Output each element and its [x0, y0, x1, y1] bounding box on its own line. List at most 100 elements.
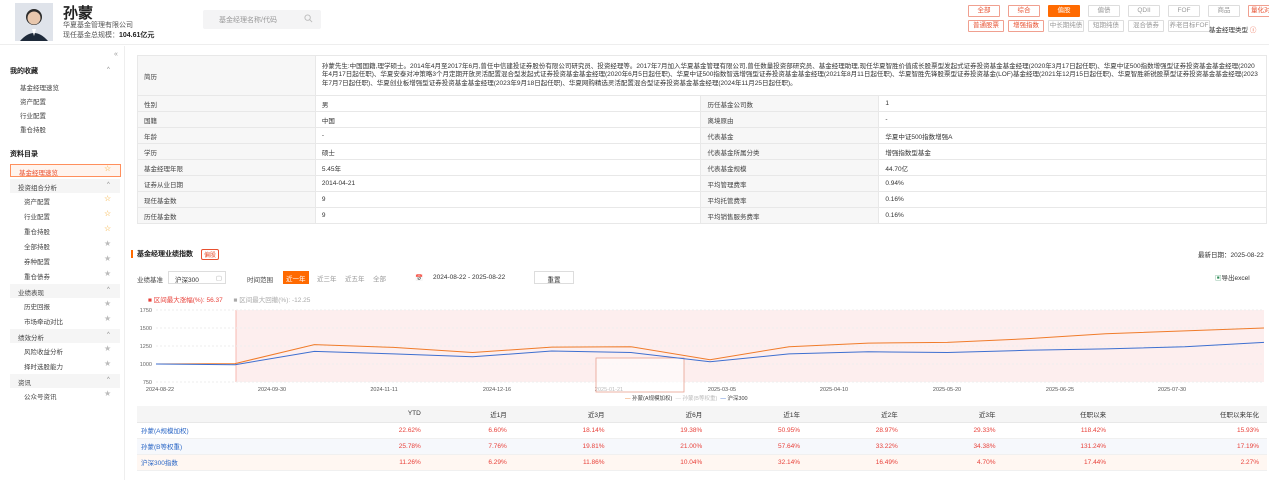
max-up: ■ 区间最大涨幅(%): 56.37: [148, 297, 223, 304]
fav-item-3[interactable]: 重仓持股: [20, 124, 46, 134]
table-cell: 15.93%: [1114, 422, 1267, 439]
type-btn-0[interactable]: 全部: [968, 5, 1000, 17]
returns-table: YTD 近1月 近3月 近6月 近1年 近2年 近3年 任职以来 任职以来年化 孙蒙(A规模加权)…: [137, 406, 1267, 471]
sidebar-collapse-icon[interactable]: «: [114, 51, 118, 58]
range-1y[interactable]: 近一年: [283, 271, 309, 284]
x-tick-label: 2024-12-16: [483, 387, 511, 393]
star-icon[interactable]: ★: [104, 389, 111, 398]
type-btn-1[interactable]: 综合: [1008, 5, 1040, 17]
table-row: 孙蒙(A规模加权) 22.62% 6.60% 18.14% 19.38% 50.95% 28…: [137, 422, 1267, 439]
info-v1-7: 9: [314, 207, 702, 224]
group-1[interactable]: 业绩表现: [10, 284, 120, 298]
group-0-item-2[interactable]: 重仓持股: [24, 226, 50, 236]
subtype-btn-0[interactable]: 普通股票: [968, 20, 1004, 32]
group-0-item-0[interactable]: 资产配置: [24, 196, 50, 206]
row-label[interactable]: 孙蒙(B等权重): [137, 438, 332, 455]
subtype-btn-3[interactable]: 短期纯债: [1088, 20, 1124, 32]
group-0-item-3[interactable]: 全部持股: [24, 241, 50, 251]
type-btn-3[interactable]: 偏债: [1088, 5, 1120, 17]
search-input[interactable]: 基金经理名称/代码: [203, 10, 321, 29]
x-tick-label: 2024-08-22: [146, 387, 174, 393]
star-icon[interactable]: ★: [104, 239, 111, 248]
group-caret-icon[interactable]: ^: [107, 182, 110, 188]
range-5y[interactable]: 近五年: [342, 271, 368, 284]
group-0-item-4[interactable]: 券种配置: [24, 256, 50, 266]
chart-legend: — 孙蒙(A规模加权) — 孙蒙(B等权重) — 沪深300: [625, 396, 748, 402]
fav-item-2[interactable]: 行业配置: [20, 110, 46, 120]
group-3[interactable]: 资讯: [10, 374, 120, 388]
star-icon[interactable]: ★: [104, 254, 111, 263]
bio-label: 简历: [137, 55, 316, 96]
type-btn-5[interactable]: FOF: [1168, 5, 1200, 17]
subtype-btn-5[interactable]: 养老目标FOF: [1168, 20, 1210, 32]
star-icon[interactable]: ☆: [104, 194, 111, 203]
group-0-item-5[interactable]: 重仓债券: [24, 271, 50, 281]
reset-button[interactable]: 重置: [534, 271, 574, 284]
favorites-caret-icon[interactable]: ^: [107, 67, 110, 73]
group-0-item-1[interactable]: 行业配置: [24, 211, 50, 221]
star-icon[interactable]: ★: [104, 269, 111, 278]
group-caret-icon[interactable]: ^: [107, 287, 110, 293]
group-2-item-1[interactable]: 择时选股能力: [24, 361, 63, 371]
fav-item-1[interactable]: 资产配置: [20, 96, 46, 106]
group-caret-icon[interactable]: ^: [107, 332, 110, 338]
group-caret-icon[interactable]: ^: [107, 377, 110, 383]
info-v1-5: 2014-04-21: [314, 175, 702, 192]
subtype-btn-2[interactable]: 中长期纯债: [1048, 20, 1084, 32]
range-all[interactable]: 全部: [370, 271, 389, 284]
star-icon[interactable]: ☆: [104, 209, 111, 218]
row-label[interactable]: 沪深300指数: [137, 454, 332, 471]
scale-text: 现任基金总规模：104.61亿元: [63, 32, 155, 39]
fav-item-0[interactable]: 基金经理速览: [20, 82, 59, 92]
date-range[interactable]: 2024-08-22 - 2025-08-22: [433, 274, 505, 281]
group-1-item-1[interactable]: 市场牵动对比: [24, 316, 63, 326]
star-icon[interactable]: ★: [104, 344, 111, 353]
star-icon[interactable]: ☆: [104, 224, 111, 233]
subtype-btn-1[interactable]: 增强指数: [1008, 20, 1044, 32]
info-v2-7: 0.16%: [878, 207, 1267, 224]
table-cell: 33.22%: [808, 438, 906, 455]
star-icon[interactable]: ☆: [104, 164, 111, 173]
info-v2-2[interactable]: 华夏中证500指数增强A: [878, 127, 1267, 144]
legend-hs300[interactable]: 沪深300: [727, 396, 747, 402]
group-2[interactable]: 绩效分析: [10, 329, 120, 343]
table-cell: 17.19%: [1114, 438, 1267, 455]
table-cell: 22.62%: [331, 422, 429, 439]
type-btn-2[interactable]: 偏股: [1048, 5, 1080, 17]
type-btn-6[interactable]: 商品: [1208, 5, 1240, 17]
legend-b[interactable]: 孙蒙(B等权重): [682, 396, 717, 402]
info-v2-1: -: [878, 111, 1267, 128]
star-icon[interactable]: ★: [104, 314, 111, 323]
bench-select[interactable]: 沪深300 ▢: [168, 271, 226, 284]
group-0[interactable]: 投资组合分析: [10, 179, 120, 193]
range-3y[interactable]: 近三年: [314, 271, 340, 284]
table-cell: 29.33%: [905, 422, 1004, 439]
type-btn-4[interactable]: QDII: [1128, 5, 1160, 17]
y-tick-label: 1000: [140, 362, 152, 368]
type-btn-7[interactable]: 量化对冲: [1248, 5, 1269, 17]
zoom-window: [595, 357, 685, 393]
row-label[interactable]: 孙蒙(A规模加权): [137, 422, 332, 439]
group-1-item-0[interactable]: 历史回报: [24, 301, 50, 311]
group-3-item-0[interactable]: 公众号资讯: [24, 391, 57, 401]
info-k2-7: 平均销售服务费率: [700, 207, 880, 224]
table-cell: 7.76%: [428, 438, 515, 455]
subtype-btn-4[interactable]: 混合债券: [1128, 20, 1164, 32]
table-cell: 21.00%: [612, 438, 711, 455]
col-header-6: 近2年: [808, 406, 906, 423]
legend-a[interactable]: 孙蒙(A规模加权): [632, 396, 672, 402]
table-cell: 28.97%: [808, 422, 906, 439]
info-v2-5: 0.94%: [878, 175, 1267, 192]
group-2-item-0[interactable]: 风险收益分析: [24, 346, 63, 356]
info-v1-6: 9: [314, 191, 702, 208]
calendar-icon[interactable]: 📅: [415, 274, 423, 282]
table-cell: 11.26%: [331, 454, 429, 471]
table-cell: 32.14%: [710, 454, 809, 471]
info-v2-3: 增强指数型基金: [878, 143, 1267, 160]
x-tick-label: 2025-03-05: [708, 387, 736, 393]
performance-chart[interactable]: 750 1000 1250 1500 1750 2024-08-22 2024-09-30 2…: [132, 304, 1267, 406]
export-button[interactable]: ▣导出excel: [1215, 272, 1250, 282]
star-icon[interactable]: ★: [104, 299, 111, 308]
x-tick-label: 2025-04-10: [820, 387, 848, 393]
star-icon[interactable]: ★: [104, 359, 111, 368]
